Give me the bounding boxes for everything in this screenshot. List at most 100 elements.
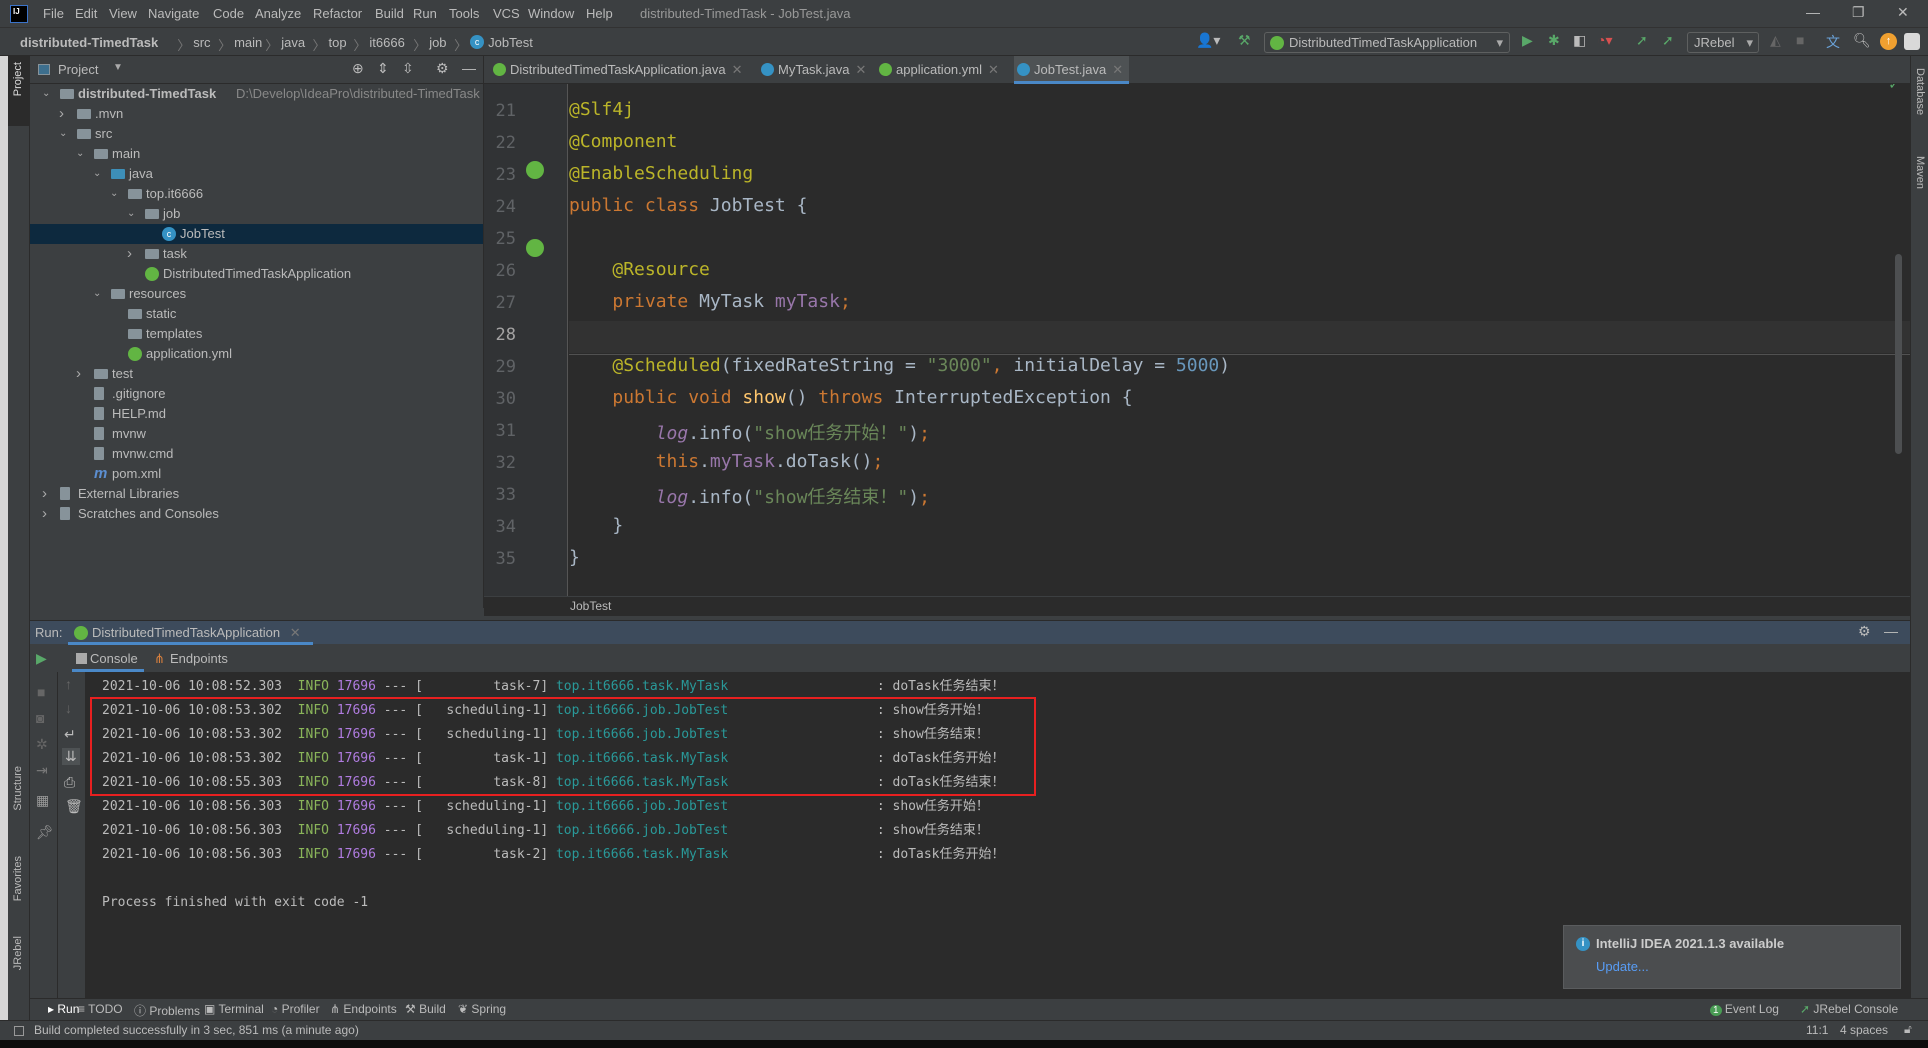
restore-button[interactable]: ❐: [1852, 4, 1865, 21]
maven-stripe-button[interactable]: Maven: [1914, 156, 1926, 189]
event-log-button[interactable]: 1 Event Log: [1710, 1002, 1779, 1016]
tree-item[interactable]: templates: [30, 324, 483, 344]
settings-icon[interactable]: ✲: [36, 736, 48, 753]
tree-item[interactable]: HELP.md: [30, 404, 483, 424]
search-icon[interactable]: 🔍︎: [1853, 32, 1871, 49]
chevron-down-icon[interactable]: ⌄: [76, 144, 84, 164]
user-icon[interactable]: 👤▾: [1196, 32, 1220, 49]
chevron-right-icon[interactable]: ›: [59, 104, 64, 124]
tab-application-yml[interactable]: application.yml ✕: [876, 56, 1005, 84]
toolwindow-todo[interactable]: ≡ TODO: [78, 1002, 123, 1016]
chevron-down-icon[interactable]: ⌄: [42, 84, 50, 104]
tree-item[interactable]: ⌄ job: [30, 204, 483, 224]
chevron-right-icon[interactable]: ›: [76, 364, 81, 384]
tab-distributedtimedtaskapplication-java[interactable]: DistributedTimedTaskApplication.java ✕: [490, 56, 748, 84]
menu-help[interactable]: Help: [586, 6, 613, 21]
log-logger[interactable]: top.it6666.task.MyTask: [556, 845, 869, 865]
menu-view[interactable]: View: [109, 6, 137, 21]
spring-bean-gutter-icon[interactable]: [526, 161, 544, 179]
update-link[interactable]: Update...: [1596, 959, 1649, 974]
gear-icon[interactable]: ⚙: [436, 60, 449, 77]
tree-item[interactable]: ⌄ distributed-TimedTask D:\Develop\IdeaPro…: [30, 84, 483, 104]
down-arrow-icon[interactable]: ↓: [65, 700, 72, 716]
log-logger[interactable]: top.it6666.job.JobTest: [556, 797, 869, 817]
breadcrumb-item[interactable]: top: [329, 35, 347, 50]
jrebel-debug-icon[interactable]: ➚: [1662, 32, 1674, 49]
breadcrumb-item[interactable]: distributed-TimedTask: [20, 35, 158, 50]
tab-jobtest-java[interactable]: JobTest.java ✕: [1014, 56, 1130, 84]
chevron-down-icon[interactable]: ⌄: [93, 284, 101, 304]
scroll-to-end-icon[interactable]: ⇊: [62, 748, 80, 765]
caret-position[interactable]: 11:1: [1806, 1023, 1828, 1037]
tree-item[interactable]: › External Libraries: [30, 484, 483, 504]
gear-icon[interactable]: ⚙: [1858, 623, 1871, 640]
breadcrumb-item[interactable]: JobTest: [570, 599, 611, 613]
menu-code[interactable]: Code: [213, 6, 244, 21]
project-stripe-button[interactable]: Project: [8, 56, 30, 126]
close-button[interactable]: ✕: [1897, 4, 1909, 21]
toolwindow-build[interactable]: ⚒ Build: [405, 1002, 446, 1016]
tab-mytask-java[interactable]: MyTask.java ✕: [758, 56, 872, 84]
debug-icon[interactable]: ✱: [1548, 32, 1560, 49]
breadcrumb-item[interactable]: java: [281, 35, 305, 50]
jrebel-run-icon[interactable]: ➚: [1636, 32, 1648, 49]
indent-setting[interactable]: 4 spaces: [1840, 1023, 1888, 1037]
menu-window[interactable]: Window: [528, 6, 574, 21]
layout-icon[interactable]: ▦: [36, 792, 49, 809]
breadcrumb-item[interactable]: src: [193, 35, 210, 50]
project-view-select[interactable]: Project: [58, 62, 98, 77]
favorites-stripe-button[interactable]: Favorites: [12, 856, 24, 901]
spring-autowire-gutter-icon[interactable]: [526, 239, 544, 257]
toolwindow-profiler[interactable]: ◔ Profiler: [271, 1002, 320, 1016]
toolwindow-problems[interactable]: ⓘ Problems: [134, 1002, 200, 1019]
tree-item[interactable]: ⌄ resources: [30, 284, 483, 304]
rerun-icon[interactable]: ▶: [36, 650, 47, 667]
console-tab[interactable]: Console: [72, 646, 144, 672]
log-logger[interactable]: top.it6666.task.MyTask: [556, 677, 869, 697]
jrebel-stripe-button[interactable]: JRebel: [12, 936, 24, 970]
locate-icon[interactable]: ⊕: [352, 60, 364, 77]
run-config-select[interactable]: DistributedTimedTaskApplication ▾: [1264, 32, 1510, 53]
tree-item[interactable]: › test: [30, 364, 483, 384]
coverage-icon[interactable]: ◧: [1573, 32, 1586, 49]
menu-vcs[interactable]: VCS: [493, 6, 520, 21]
tree-item[interactable]: › Scratches and Consoles: [30, 504, 483, 524]
camera-icon[interactable]: ◙: [36, 710, 44, 726]
database-stripe-button[interactable]: Database: [1914, 68, 1926, 115]
tree-item[interactable]: mvnw: [30, 424, 483, 444]
toolwindow-endpoints[interactable]: ⋔ Endpoints: [330, 1002, 397, 1016]
code-editor[interactable]: 21 22 23 24 25 26 27 28 29 30 31 32 33 34 35 @Slf4j @Co…: [484, 84, 1910, 596]
avatar[interactable]: [1904, 33, 1920, 50]
pin-icon[interactable]: 📌︎: [36, 824, 54, 841]
tree-item[interactable]: › task: [30, 244, 483, 264]
stop-icon[interactable]: ■: [1796, 32, 1804, 48]
attach-icon[interactable]: ◭: [1770, 32, 1781, 49]
minimize-button[interactable]: —: [1806, 4, 1820, 20]
close-icon[interactable]: ✕: [988, 62, 999, 77]
chevron-down-icon[interactable]: ⌄: [127, 204, 135, 224]
collapse-all-icon[interactable]: ⇳: [402, 60, 414, 77]
inspection-ok-icon[interactable]: ✓: [1888, 84, 1900, 93]
tree-item[interactable]: mvnw.cmd: [30, 444, 483, 464]
breadcrumb-item[interactable]: JobTest: [488, 35, 533, 50]
structure-stripe-button[interactable]: Structure: [12, 766, 24, 811]
close-icon[interactable]: ✕: [856, 62, 867, 77]
chevron-down-icon[interactable]: ▼: [113, 62, 123, 73]
update-icon[interactable]: ↑: [1880, 33, 1897, 50]
editor-scrollbar[interactable]: [1895, 254, 1902, 454]
tree-item[interactable]: DistributedTimedTaskApplication: [30, 264, 483, 284]
exit-icon[interactable]: ⇥: [36, 762, 48, 779]
tree-item[interactable]: application.yml: [30, 344, 483, 364]
menu-build[interactable]: Build: [375, 6, 404, 21]
toolwindow-run[interactable]: ▸ Run: [48, 1002, 79, 1016]
tree-item[interactable]: › .mvn: [30, 104, 483, 124]
tree-item[interactable]: ⌄ top.it6666: [30, 184, 483, 204]
lock-icon[interactable]: 🔓︎: [1904, 1022, 1912, 1037]
chevron-down-icon[interactable]: ⌄: [93, 164, 101, 184]
close-icon[interactable]: ✕: [1112, 62, 1123, 77]
breadcrumb-item[interactable]: job: [429, 35, 446, 50]
toolwindow-spring[interactable]: ❦ Spring: [458, 1002, 506, 1016]
profiler-icon[interactable]: ◔▾: [1597, 32, 1612, 49]
tree-item[interactable]: c JobTest: [30, 224, 483, 244]
breadcrumb-item[interactable]: main: [234, 35, 262, 50]
